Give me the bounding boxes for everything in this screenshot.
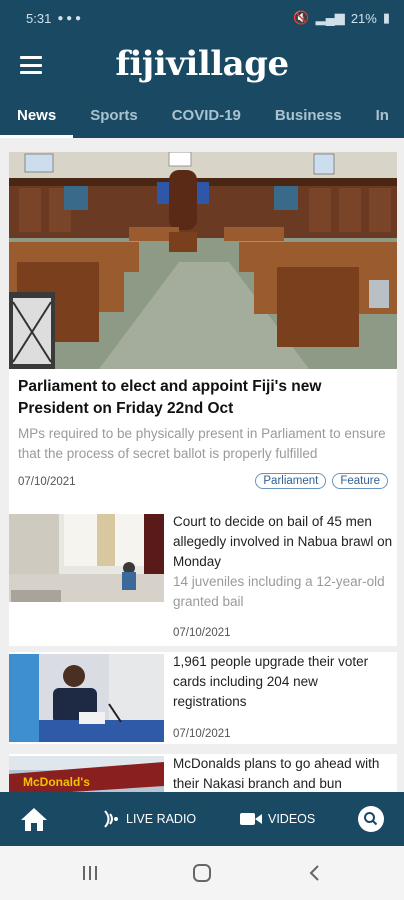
video-camera-icon — [240, 813, 262, 825]
app-logo: fijivillage — [115, 44, 289, 84]
home-icon — [21, 808, 47, 831]
tab-more[interactable]: In — [359, 96, 404, 138]
search-button[interactable] — [358, 806, 384, 832]
notification-icons: ● ● ● — [57, 12, 81, 24]
tag-parliament[interactable]: Parliament — [255, 473, 327, 489]
article-title[interactable]: Court to decide on bail of 45 men allege… — [173, 512, 395, 572]
videos-label: VIDEOS — [268, 812, 316, 826]
status-time: 5:31 — [26, 10, 52, 26]
tab-business[interactable]: Business — [258, 96, 359, 138]
tag-feature[interactable]: Feature — [332, 473, 388, 489]
article-date: 07/10/2021 — [173, 627, 231, 639]
article-thumbnail: McDonald's — [9, 756, 164, 792]
app-header: fijivillage — [0, 36, 404, 96]
home-button[interactable] — [20, 792, 48, 846]
tab-sports[interactable]: Sports — [73, 96, 155, 138]
signal-icon: ▂▄▆ — [315, 10, 345, 25]
bottom-nav: LIVE RADIO VIDEOS — [0, 792, 404, 846]
featured-date: 07/10/2021 — [18, 476, 76, 488]
search-icon — [364, 812, 378, 826]
featured-image — [9, 152, 397, 369]
recent-apps-icon[interactable] — [80, 865, 100, 881]
article-title[interactable]: McDonalds plans to go ahead with their N… — [173, 754, 395, 792]
system-nav-bar — [0, 846, 404, 900]
category-tabs: News Sports COVID-19 Business In — [0, 96, 404, 138]
article-item[interactable]: McDonald's McDonalds plans to go ahead w… — [9, 754, 397, 792]
status-bar: 5:31 ● ● ● 🔇 ▂▄▆ 21% ▮ — [0, 0, 404, 36]
back-nav-icon[interactable] — [308, 864, 322, 882]
live-radio-label: LIVE RADIO — [126, 812, 197, 826]
article-date: 07/10/2021 — [173, 728, 231, 740]
live-radio-button[interactable]: LIVE RADIO — [102, 792, 196, 846]
mute-icon: 🔇 — [293, 10, 310, 25]
battery-percent: 21% — [350, 10, 377, 26]
article-thumbnail — [9, 654, 164, 742]
thumb-sign-text: McDonald's — [23, 775, 90, 789]
featured-subtitle: MPs required to be physically present in… — [18, 426, 386, 461]
videos-button[interactable]: VIDEOS — [240, 792, 315, 846]
news-feed[interactable]: Parliament to elect and appoint Fiji's n… — [0, 138, 404, 792]
home-nav-icon[interactable] — [192, 863, 212, 883]
article-subtitle: 14 juveniles including a 12-year-old gra… — [173, 574, 385, 609]
featured-article[interactable]: Parliament to elect and appoint Fiji's n… — [9, 152, 397, 516]
article-thumbnail — [9, 514, 164, 602]
article-item[interactable]: 1,961 people upgrade their voter cards i… — [9, 652, 397, 744]
radio-waves-icon — [104, 810, 118, 828]
article-item[interactable]: Court to decide on bail of 45 men allege… — [9, 512, 397, 646]
featured-title[interactable]: Parliament to elect and appoint Fiji's n… — [18, 376, 390, 420]
featured-tags: Parliament Feature — [255, 473, 388, 489]
tab-news[interactable]: News — [0, 96, 74, 138]
tab-covid-19[interactable]: COVID-19 — [155, 96, 258, 138]
article-title[interactable]: 1,961 people upgrade their voter cards i… — [173, 652, 395, 712]
battery-icon: ▮ — [382, 10, 390, 25]
